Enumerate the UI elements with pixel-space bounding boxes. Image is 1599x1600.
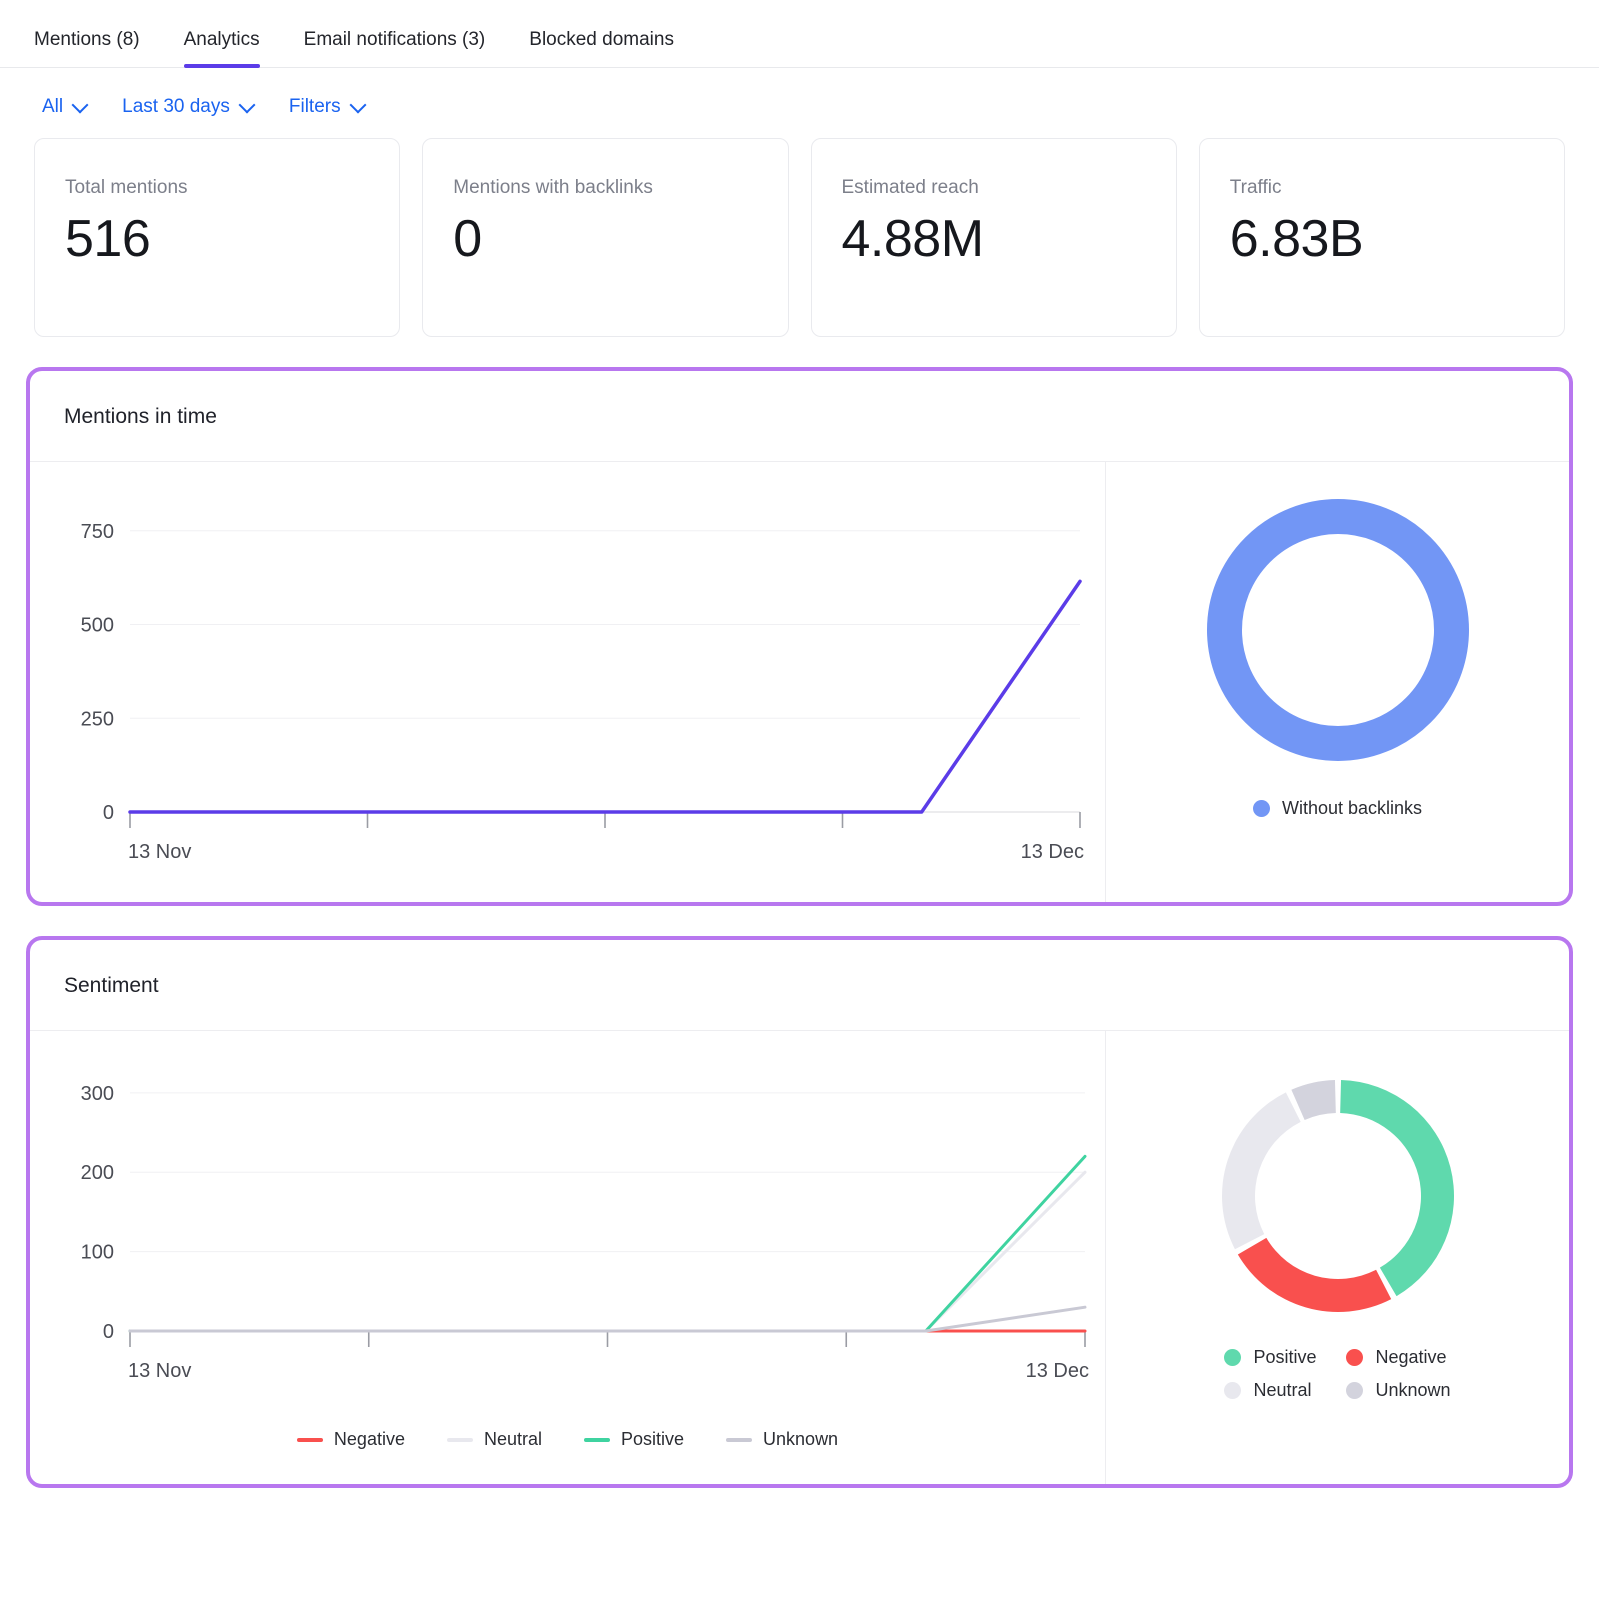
legend-label: Positive [1253,1347,1317,1367]
legend-line-swatch [726,1437,753,1442]
svg-text:13 Nov: 13 Nov [128,841,191,863]
line-legend-item-positive[interactable]: Positive [584,1429,684,1450]
filter-all-label: All [42,96,64,117]
backlinks-donut-chart [1206,499,1469,761]
tab-mentions[interactable]: Mentions (8) [34,30,162,67]
donut-legend-item-negative[interactable]: Negative [1346,1347,1450,1368]
sentiment-line-chart: 0 100 200 300 13 Nov 13 Dec Negative Neutral … [30,1031,1106,1484]
panel-title: Mentions in time [30,371,1569,462]
svg-text:13 Dec: 13 Dec [1021,841,1084,863]
legend-label: Neutral [483,1429,542,1449]
panel-title: Sentiment [30,940,1569,1031]
stat-value: 4.88M [841,210,985,268]
sentiment-line-legend: Negative Neutral Positive Unknown [30,1411,1105,1484]
legend-label: Negative [333,1429,405,1449]
svg-text:500: 500 [81,615,114,637]
filter-bar: All Last 30 days Filters [0,68,1599,138]
tab-analytics[interactable]: Analytics [162,30,282,68]
svg-text:0: 0 [103,802,114,824]
stat-card-total-mentions: Total mentions 516 [34,138,401,337]
line-legend-item-neutral[interactable]: Neutral [446,1429,542,1450]
panel-mentions-in-time: Mentions in time 0 250 500 750 13 Nov 13 Dec … [26,367,1573,906]
svg-text:13 Dec: 13 Dec [1026,1360,1089,1382]
legend-color-swatch [1252,800,1270,817]
tab-bar: Mentions (8) Analytics Email notificatio… [0,0,1599,68]
stat-card-traffic: Traffic 6.83B [1198,138,1565,337]
legend-color-swatch [1346,1349,1364,1366]
svg-text:250: 250 [81,708,114,730]
legend-color-swatch [1346,1382,1364,1399]
sentiment-line-svg: 0 100 200 300 13 Nov 13 Dec [81,1083,1089,1382]
svg-text:300: 300 [81,1083,114,1105]
stat-label: Traffic [1229,177,1282,198]
mentions-line-svg: 0 250 500 750 13 Nov 13 Dec [81,521,1084,863]
stat-label: Estimated reach [841,177,979,198]
mentions-in-time-line-chart: 0 250 500 750 13 Nov 13 Dec [30,462,1106,902]
filter-all[interactable]: All [42,96,88,118]
legend-label: Unknown [1375,1380,1451,1400]
legend-color-swatch [1224,1349,1242,1366]
svg-text:100: 100 [81,1242,114,1264]
legend-line-swatch [446,1437,473,1442]
svg-text:0: 0 [103,1321,114,1343]
donut-legend-item-positive[interactable]: Positive [1224,1347,1316,1368]
stat-card-estimated-reach: Estimated reach 4.88M [810,138,1177,337]
legend-line-swatch [584,1437,610,1442]
legend-label: Negative [1375,1347,1447,1367]
chevron-down-icon [351,98,366,113]
filter-filters-label: Filters [288,96,341,117]
legend-label: Positive [621,1429,685,1449]
donut-legend-item-unknown[interactable]: Unknown [1346,1380,1451,1401]
filter-filters[interactable]: Filters [289,96,366,118]
tab-email-notifications[interactable]: Email notifications (3) [282,30,508,67]
legend-label: Without backlinks [1281,798,1423,818]
legend-line-swatch [296,1437,323,1442]
legend-label: Unknown [763,1429,839,1449]
svg-text:200: 200 [81,1162,114,1184]
line-legend-item-negative[interactable]: Negative [296,1429,405,1450]
sentiment-donut-area: Positive Negative Neutral Unknown [1106,1031,1569,1484]
mentions-donut-area: Without backlinks [1106,462,1569,902]
panel-sentiment: Sentiment 0 100 200 300 13 Nov 13 Dec Negativ… [26,936,1573,1488]
stat-value: 0 [453,210,482,268]
filter-date-range-label: Last 30 days [122,96,230,117]
svg-text:13 Nov: 13 Nov [128,1360,191,1382]
filter-date-range[interactable]: Last 30 days [122,96,255,118]
sentiment-donut-legend: Positive Negative Neutral Unknown [1224,1347,1451,1401]
stat-value: 516 [65,210,151,268]
stat-card-row: Total mentions 516 Mentions with backlin… [0,138,1599,337]
stat-label: Total mentions [65,177,188,198]
legend-label: Neutral [1253,1380,1312,1400]
legend-color-swatch [1224,1382,1242,1399]
svg-text:750: 750 [81,521,114,543]
stat-card-mentions-with-backlinks: Mentions with backlinks 0 [422,138,789,337]
line-legend-item-unknown[interactable]: Unknown [726,1429,838,1450]
stat-label: Mentions with backlinks [453,177,653,198]
backlinks-legend-item[interactable]: Without backlinks [1252,798,1423,819]
chevron-down-icon [73,98,88,113]
stat-value: 6.83B [1229,210,1364,268]
tab-blocked-domains[interactable]: Blocked domains [507,30,696,67]
sentiment-donut-chart [1221,1080,1454,1312]
chevron-down-icon [240,98,255,113]
donut-legend-item-neutral[interactable]: Neutral [1224,1380,1316,1401]
